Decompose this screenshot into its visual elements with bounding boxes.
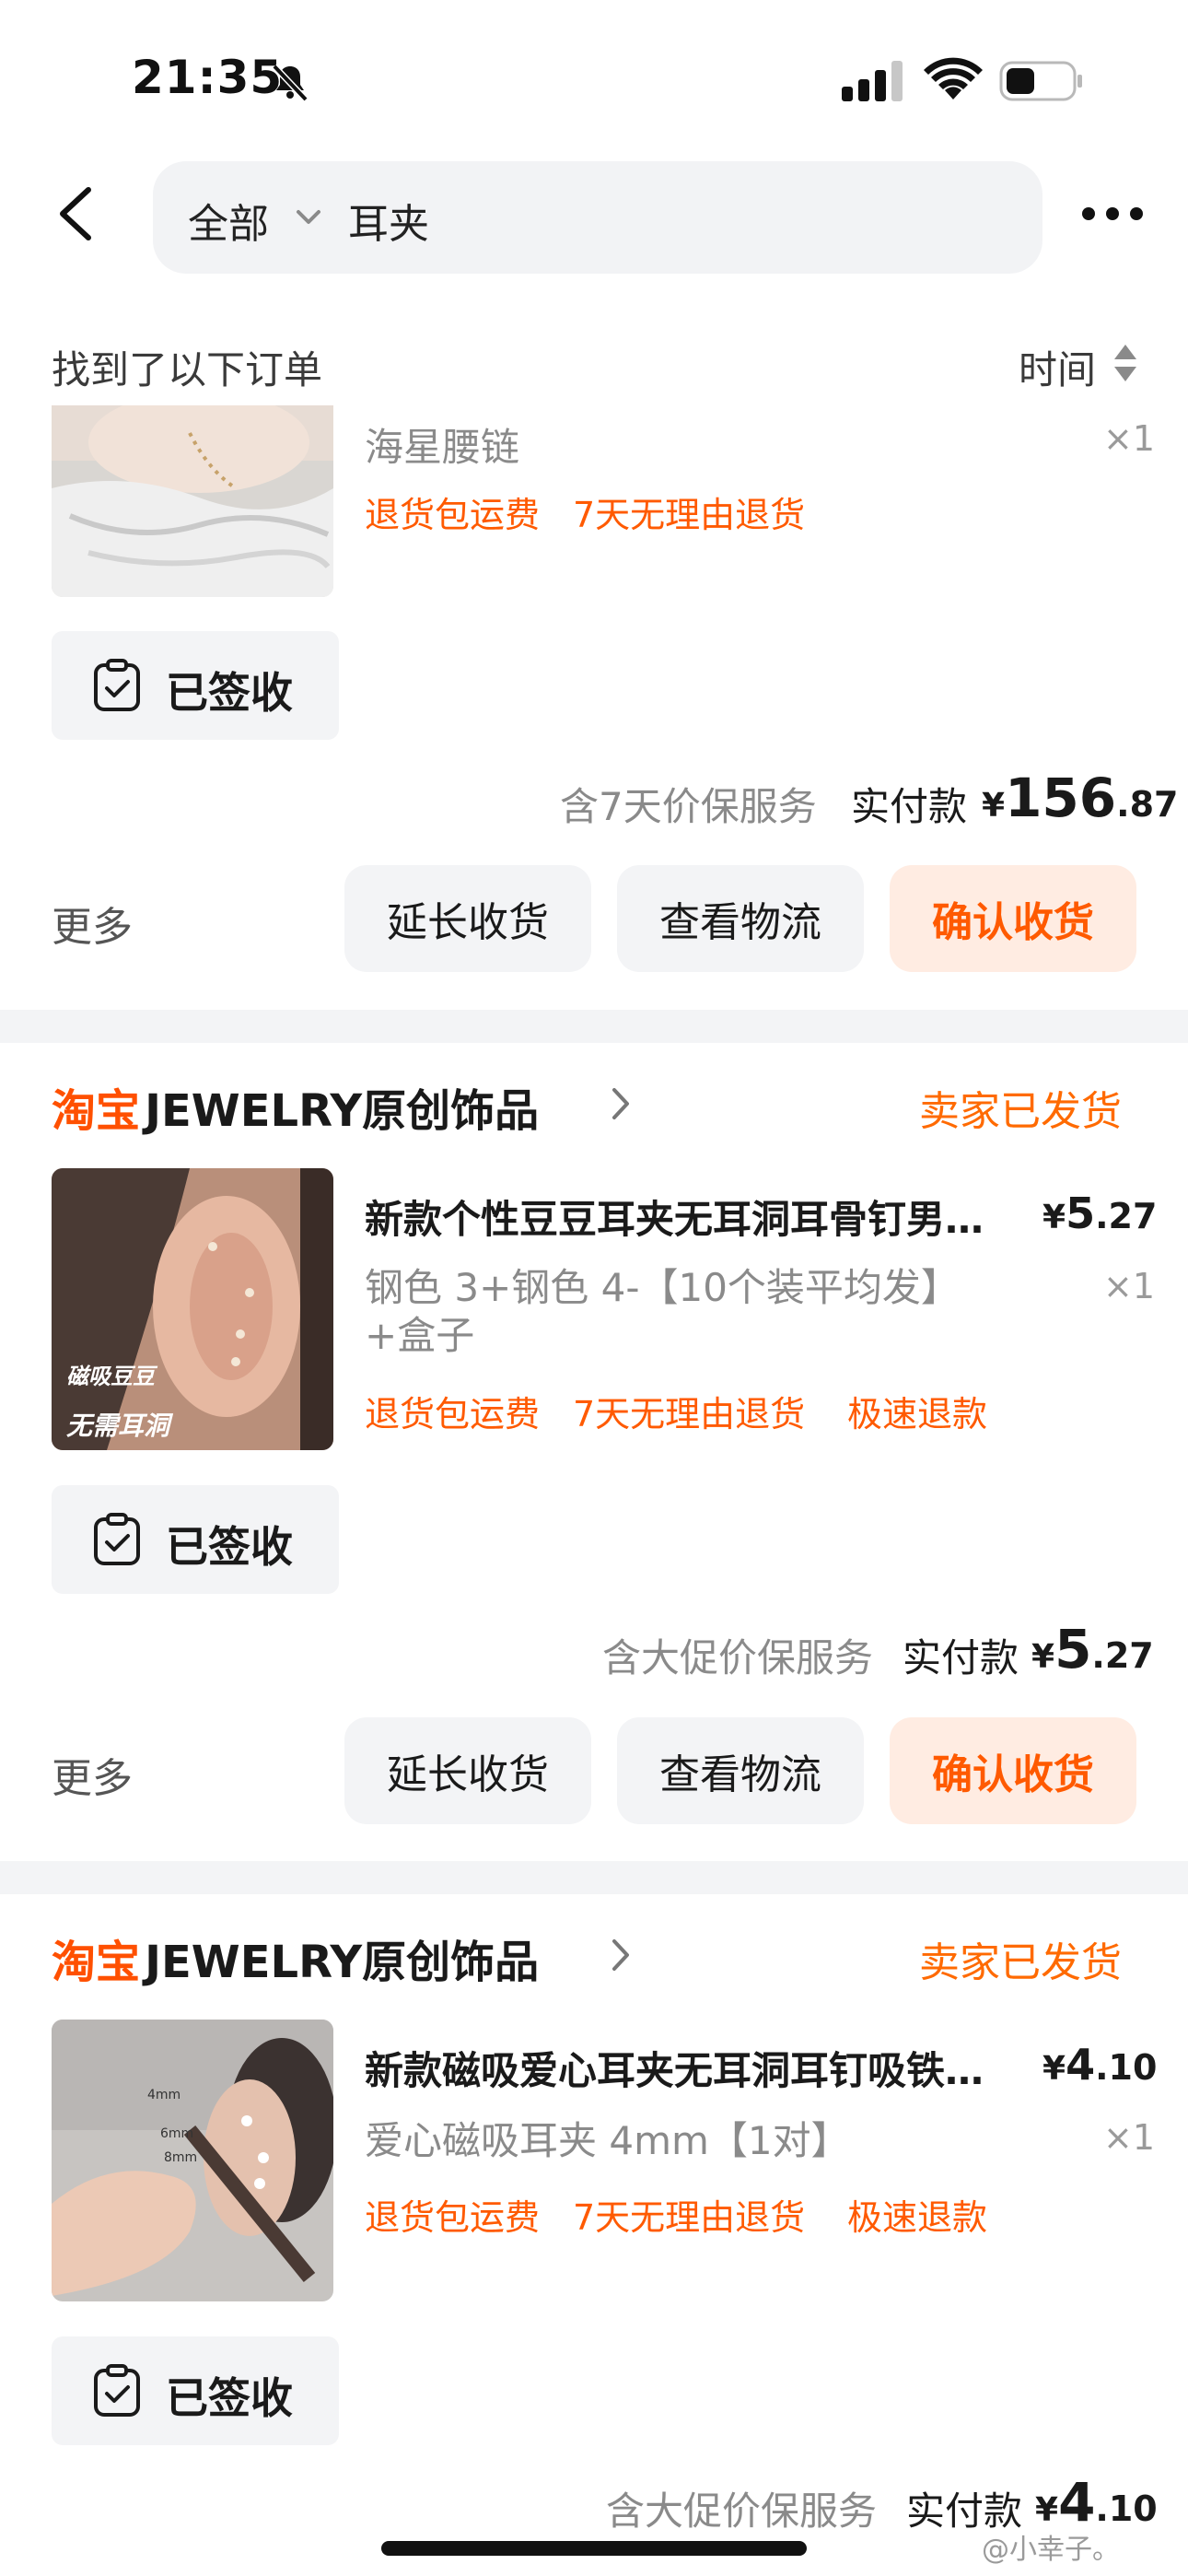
paid-amount: ¥156.87 bbox=[982, 767, 1178, 829]
extend-receipt-button[interactable]: 延长收货 bbox=[344, 1717, 591, 1824]
search-scope-selector[interactable]: 全部 bbox=[188, 191, 269, 250]
currency-symbol: ¥ bbox=[1042, 2050, 1066, 2088]
shop-header[interactable]: 淘宝 JEWELRY原创饰品 bbox=[52, 1926, 539, 1990]
paid-amount-integer: 4 bbox=[1058, 2471, 1096, 2534]
tag-fast-refund: 极速退款 bbox=[847, 1394, 988, 1434]
paid-amount-decimal: .10 bbox=[1095, 2488, 1158, 2529]
currency-symbol: ¥ bbox=[982, 787, 1006, 825]
signed-label: 已签收 bbox=[166, 2373, 293, 2423]
paid-amount-label: 实付款 bbox=[851, 784, 968, 829]
back-chevron-icon[interactable] bbox=[52, 184, 99, 243]
shop-name[interactable]: JEWELRY原创饰品 bbox=[145, 1085, 539, 1137]
price-protection-note: 含大促价保服务 bbox=[606, 2488, 878, 2534]
tag-free-return-shipping: 退货包运费 bbox=[365, 495, 541, 535]
clipboard-check-icon bbox=[94, 2364, 140, 2417]
tag-free-return-shipping: 退货包运费 bbox=[365, 2197, 541, 2238]
product-thumbnail[interactable]: 磁吸豆豆 无需耳洞 bbox=[52, 1168, 333, 1450]
paid-amount: ¥5.27 bbox=[1031, 1618, 1154, 1680]
item-sku: 爱心磁吸耳夹 4mm【1对】 bbox=[365, 2118, 850, 2163]
cellular-signal-icon bbox=[842, 61, 903, 101]
tag-7day-return: 7天无理由退货 bbox=[573, 1394, 806, 1434]
order-divider bbox=[0, 1861, 1188, 1894]
taobao-brand: 淘宝 bbox=[52, 1937, 141, 1988]
chevron-down-icon[interactable] bbox=[293, 205, 324, 230]
clipboard-check-icon bbox=[94, 1513, 140, 1565]
item-price: ¥5.27 bbox=[1042, 1188, 1157, 1238]
item-price: ¥4.10 bbox=[1042, 2040, 1157, 2090]
item-price-integer: 4 bbox=[1066, 2040, 1096, 2090]
watermark: @小幸子。 bbox=[982, 2534, 1120, 2566]
more-options-icon[interactable] bbox=[1079, 203, 1146, 225]
currency-symbol: ¥ bbox=[1035, 2491, 1059, 2529]
order-status: 卖家已发货 bbox=[919, 1939, 1122, 1986]
battery-icon bbox=[999, 61, 1082, 101]
thumb-caption-no-piercing: 无需耳洞 bbox=[66, 1411, 170, 1441]
product-thumbnail[interactable] bbox=[52, 405, 333, 597]
search-input[interactable]: 耳夹 bbox=[348, 191, 429, 250]
more-actions-link[interactable]: 更多 bbox=[52, 1745, 133, 1804]
confirm-receipt-button[interactable]: 确认收货 bbox=[890, 1717, 1136, 1824]
item-title[interactable]: 新款磁吸爱心耳夹无耳洞耳钉吸铁… bbox=[365, 2040, 1019, 2096]
paid-amount-decimal: .27 bbox=[1091, 1635, 1154, 1676]
thumb-size-label: 8mm bbox=[164, 2150, 198, 2165]
order-divider bbox=[0, 1010, 1188, 1043]
chevron-right-icon[interactable] bbox=[610, 1937, 632, 1973]
currency-symbol: ¥ bbox=[1031, 1638, 1055, 1676]
product-photo-waist-chain bbox=[52, 405, 333, 597]
item-quantity: ×1 bbox=[1103, 1266, 1156, 1306]
status-time: 21:35 bbox=[132, 51, 284, 104]
tag-fast-refund: 极速退款 bbox=[847, 2197, 988, 2238]
paid-amount: ¥4.10 bbox=[1035, 2471, 1158, 2534]
bell-slash-icon bbox=[272, 64, 309, 102]
item-title[interactable]: 新款个性豆豆耳夹无耳洞耳骨钉男… bbox=[365, 1188, 1009, 1245]
search-bar[interactable] bbox=[153, 161, 1042, 274]
view-logistics-button[interactable]: 查看物流 bbox=[617, 1717, 864, 1824]
shop-header[interactable]: 淘宝 JEWELRY原创饰品 bbox=[52, 1074, 539, 1139]
order-status: 卖家已发货 bbox=[919, 1088, 1122, 1135]
currency-symbol: ¥ bbox=[1042, 1199, 1066, 1236]
confirm-receipt-button[interactable]: 确认收货 bbox=[890, 865, 1136, 972]
view-logistics-button[interactable]: 查看物流 bbox=[617, 865, 864, 972]
item-sku: 钢色 3+钢色 4-【10个装平均发】+盒子 bbox=[365, 1265, 960, 1358]
item-quantity: ×1 bbox=[1103, 418, 1156, 459]
paid-amount-decimal: .87 bbox=[1116, 784, 1179, 825]
signed-label: 已签收 bbox=[166, 668, 293, 718]
tag-7day-return: 7天无理由退货 bbox=[573, 495, 806, 535]
wifi-icon bbox=[924, 57, 983, 100]
extend-receipt-button[interactable]: 延长收货 bbox=[344, 865, 591, 972]
home-indicator[interactable] bbox=[381, 2541, 807, 2556]
paid-amount-integer: 156 bbox=[1005, 767, 1117, 829]
thumb-caption-magnetic: 磁吸豆豆 bbox=[66, 1364, 155, 1389]
more-actions-link[interactable]: 更多 bbox=[52, 894, 133, 953]
price-protection-note: 含7天价保服务 bbox=[560, 784, 817, 829]
item-title[interactable]: 海星腰链 bbox=[365, 416, 519, 473]
thumb-size-label: 6mm bbox=[160, 2126, 194, 2141]
clipboard-check-icon bbox=[94, 659, 140, 711]
signed-label: 已签收 bbox=[166, 1522, 293, 1572]
shop-name[interactable]: JEWELRY原创饰品 bbox=[145, 1937, 539, 1988]
paid-amount-label: 实付款 bbox=[903, 1635, 1019, 1680]
chevron-right-icon[interactable] bbox=[610, 1085, 632, 1122]
taobao-brand: 淘宝 bbox=[52, 1085, 141, 1137]
thumb-size-label: 4mm bbox=[147, 2088, 181, 2102]
tag-free-return-shipping: 退货包运费 bbox=[365, 1394, 541, 1434]
sort-arrows-icon[interactable] bbox=[1112, 343, 1138, 383]
product-thumbnail[interactable]: 4mm 6mm 8mm bbox=[52, 2020, 333, 2301]
tag-7day-return: 7天无理由退货 bbox=[573, 2197, 806, 2238]
paid-amount-integer: 5 bbox=[1054, 1618, 1092, 1680]
item-quantity: ×1 bbox=[1103, 2117, 1156, 2158]
item-price-integer: 5 bbox=[1066, 1188, 1096, 1238]
price-protection-note: 含大促价保服务 bbox=[602, 1635, 874, 1680]
item-price-decimal: .10 bbox=[1095, 2047, 1158, 2088]
sort-by-time[interactable]: 时间 bbox=[1019, 339, 1096, 395]
results-heading: 找到了以下订单 bbox=[52, 347, 323, 392]
item-price-decimal: .27 bbox=[1095, 1196, 1158, 1236]
